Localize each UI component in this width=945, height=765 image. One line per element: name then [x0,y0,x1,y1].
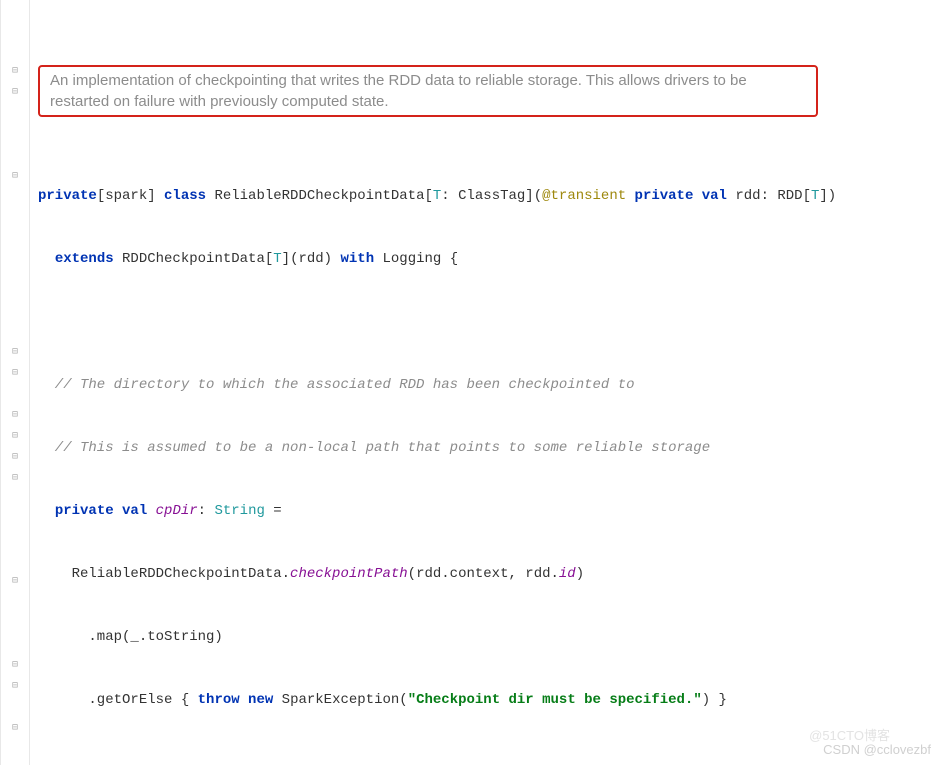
code-line: private[spark] class ReliableRDDCheckpoi… [38,186,945,207]
fold-icon[interactable]: ⊟ [12,64,18,79]
fold-icon[interactable]: ⊟ [12,85,18,100]
fold-icon[interactable]: ⊟ [12,429,18,444]
fold-icon[interactable]: ⊟ [12,450,18,465]
code-line [38,312,945,333]
fold-icon[interactable]: ⊟ [12,658,18,673]
fold-icon[interactable]: ⊟ [12,345,18,360]
fold-icon[interactable]: ⊟ [12,679,18,694]
code-line: extends RDDCheckpointData[T](rdd) with L… [38,249,945,270]
fold-icon[interactable]: ⊟ [12,169,18,184]
code-line [38,753,945,765]
class-doc-comment: An implementation of checkpointing that … [38,65,818,117]
code-editor: ⊟ ⊟ ⊟ ⊟ ⊟ ⊟ ⊟ ⊟ ⊟ ⊟ ⊟ ⊟ ⊟ An implementat… [0,0,945,765]
gutter: ⊟ ⊟ ⊟ ⊟ ⊟ ⊟ ⊟ ⊟ ⊟ ⊟ ⊟ ⊟ ⊟ [0,0,30,765]
fold-icon[interactable]: ⊟ [12,574,18,589]
fold-icon[interactable]: ⊟ [12,471,18,486]
comment-line: // This is assumed to be a non-local pat… [38,438,945,459]
fold-icon[interactable]: ⊟ [12,408,18,423]
fold-icon[interactable]: ⊟ [12,366,18,381]
comment-line: // The directory to which the associated… [38,375,945,396]
code-line: ReliableRDDCheckpointData.checkpointPath… [38,564,945,585]
code-line: .map(_.toString) [38,627,945,648]
code-line: private val cpDir: String = [38,501,945,522]
code-line: .getOrElse { throw new SparkException("C… [38,690,945,711]
code-content[interactable]: An implementation of checkpointing that … [30,0,945,765]
fold-icon[interactable]: ⊟ [12,721,18,736]
